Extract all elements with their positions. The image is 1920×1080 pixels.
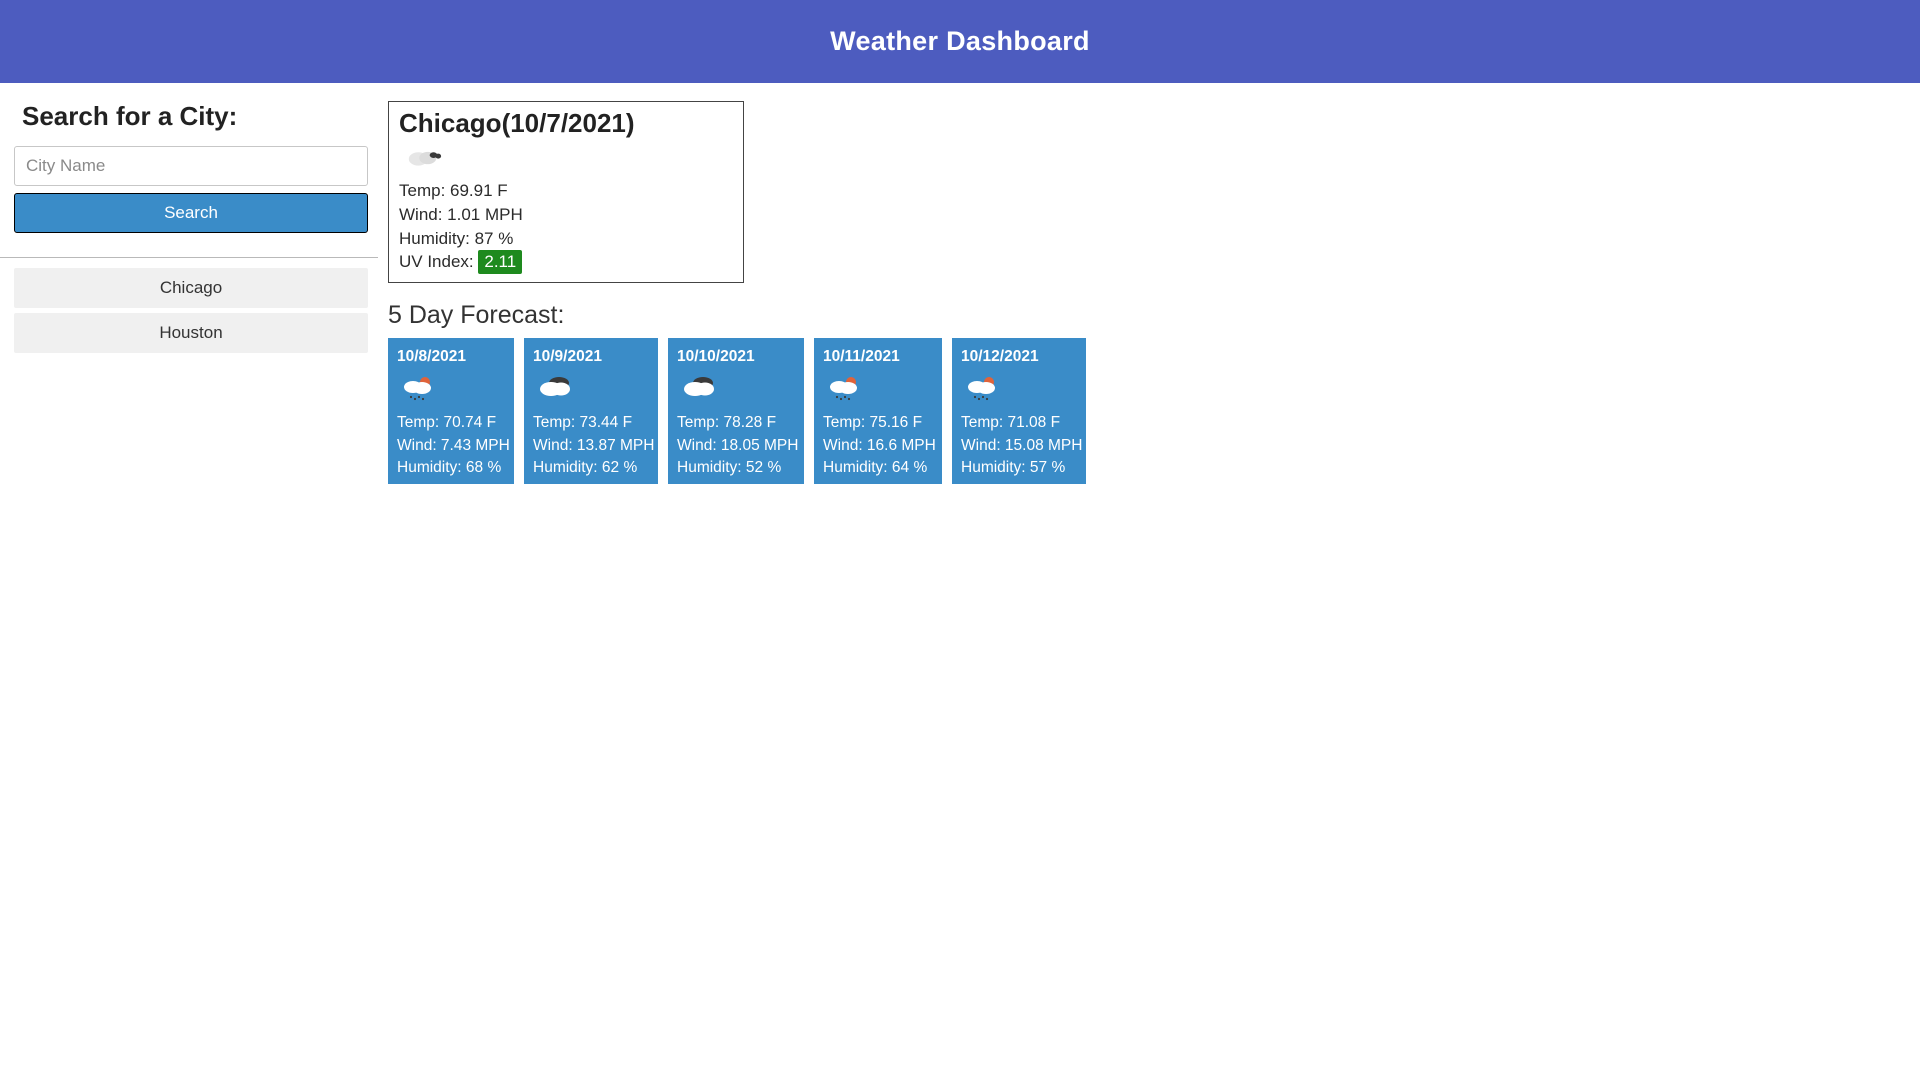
forecast-humidity: Humidity: 68 % — [397, 457, 505, 479]
current-temp: Temp: 69.91 F — [399, 179, 733, 203]
forecast-humidity: Humidity: 57 % — [961, 457, 1077, 479]
history-item-chicago[interactable]: Chicago — [14, 268, 368, 308]
search-heading: Search for a City: — [22, 101, 368, 132]
forecast-date: 10/12/2021 — [961, 348, 1077, 366]
sidebar-divider — [0, 257, 378, 258]
cloudy-dark-icon — [681, 374, 795, 402]
uv-label: UV Index: — [399, 252, 478, 271]
history-item-houston[interactable]: Houston — [14, 313, 368, 353]
forecast-heading: 5 Day Forecast: — [388, 301, 1086, 330]
forecast-wind: Wind: 18.05 MPH — [677, 435, 795, 457]
app-header: Weather Dashboard — [0, 0, 1920, 83]
forecast-row: 10/8/2021Temp: 70.74 FWind: 7.43 MPHHumi… — [388, 338, 1086, 484]
forecast-card: 10/10/2021 Temp: 78.28 FWind: 18.05 MPHHu… — [668, 338, 804, 484]
forecast-humidity: Humidity: 62 % — [533, 457, 649, 479]
forecast-card: 10/8/2021 Temp: 70.74 FWind: 7.43 MPHHumi… — [388, 338, 514, 484]
main-layout: Search for a City: Search Chicago Housto… — [0, 83, 1920, 484]
forecast-wind: Wind: 7.43 MPH — [397, 435, 505, 457]
forecast-wind: Wind: 13.87 MPH — [533, 435, 649, 457]
forecast-date: 10/11/2021 — [823, 348, 933, 366]
sun-rain-icon — [965, 374, 1077, 402]
forecast-card: 10/11/2021 Temp: 75.16 FWind: 16.6 MPHHum… — [814, 338, 942, 484]
forecast-card: 10/12/2021 Temp: 71.08 FWind: 15.08 MPHHu… — [952, 338, 1086, 484]
current-weather-panel: Chicago(10/7/2021) Temp: 69.91 F Wind: 1… — [388, 101, 744, 283]
cloudy-dark-icon — [537, 374, 649, 402]
current-humidity: Humidity: 87 % — [399, 227, 733, 251]
forecast-card: 10/9/2021 Temp: 73.44 FWind: 13.87 MPHHum… — [524, 338, 658, 484]
forecast-humidity: Humidity: 64 % — [823, 457, 933, 479]
main-content: Chicago(10/7/2021) Temp: 69.91 F Wind: 1… — [378, 83, 1096, 484]
forecast-date: 10/8/2021 — [397, 348, 505, 366]
sun-rain-icon — [401, 374, 505, 402]
forecast-temp: Temp: 70.74 F — [397, 412, 505, 434]
forecast-date: 10/9/2021 — [533, 348, 649, 366]
overcast-icon — [405, 147, 733, 169]
forecast-temp: Temp: 78.28 F — [677, 412, 795, 434]
forecast-temp: Temp: 71.08 F — [961, 412, 1077, 434]
current-city-date: Chicago(10/7/2021) — [399, 108, 733, 139]
sun-rain-icon — [827, 374, 933, 402]
uv-index-badge: 2.11 — [478, 250, 522, 274]
sidebar: Search for a City: Search Chicago Housto… — [0, 83, 378, 358]
current-wind: Wind: 1.01 MPH — [399, 203, 733, 227]
forecast-temp: Temp: 73.44 F — [533, 412, 649, 434]
forecast-date: 10/10/2021 — [677, 348, 795, 366]
forecast-humidity: Humidity: 52 % — [677, 457, 795, 479]
current-uv: UV Index: 2.11 — [399, 250, 733, 274]
forecast-wind: Wind: 15.08 MPH — [961, 435, 1077, 457]
forecast-wind: Wind: 16.6 MPH — [823, 435, 933, 457]
city-search-input[interactable] — [14, 146, 368, 186]
forecast-temp: Temp: 75.16 F — [823, 412, 933, 434]
search-button[interactable]: Search — [14, 193, 368, 233]
page-title: Weather Dashboard — [0, 26, 1920, 57]
